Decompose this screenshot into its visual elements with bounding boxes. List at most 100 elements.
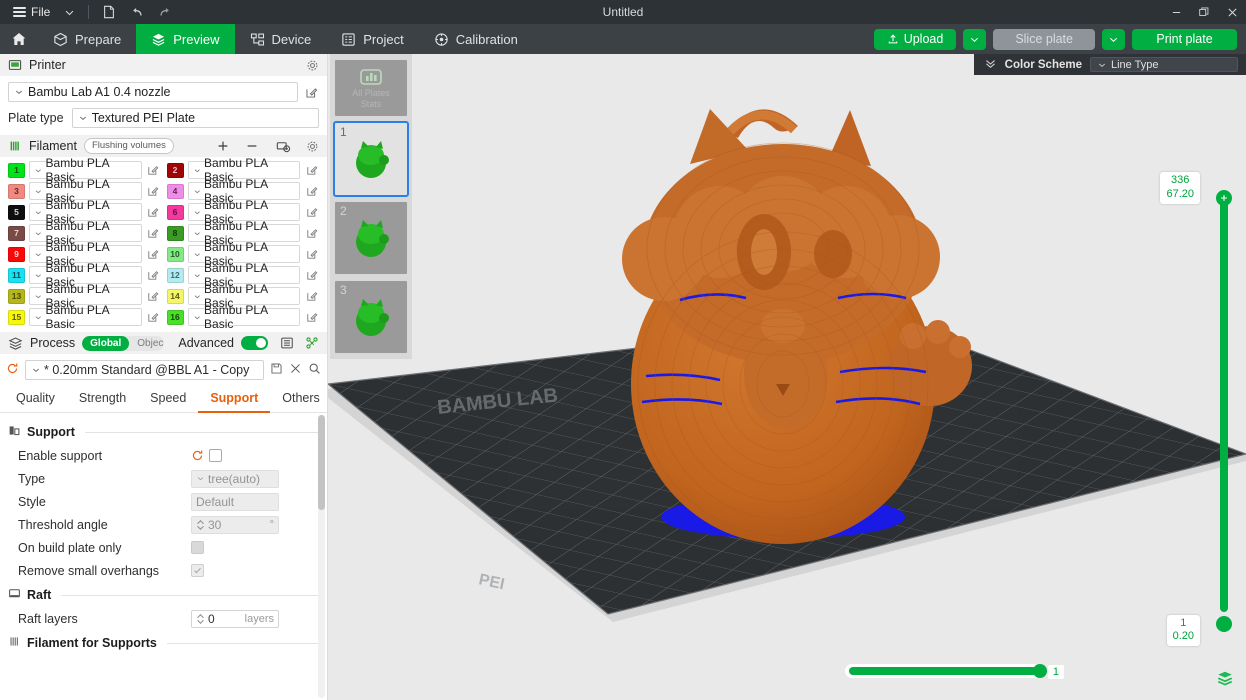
- filament-color-swatch[interactable]: 12: [167, 268, 184, 283]
- close-button[interactable]: [1218, 0, 1246, 24]
- edit-filament-icon[interactable]: [146, 205, 161, 220]
- filament-color-swatch[interactable]: 13: [8, 289, 25, 304]
- filament-color-swatch[interactable]: 3: [8, 184, 25, 199]
- maximize-button[interactable]: [1190, 0, 1218, 24]
- spinner-arrows-icon[interactable]: [196, 613, 205, 625]
- filament-color-swatch[interactable]: 10: [167, 247, 184, 262]
- file-menu-button[interactable]: File: [6, 0, 57, 24]
- home-button[interactable]: [0, 24, 38, 54]
- spinner-arrows-icon[interactable]: [196, 519, 205, 531]
- save-preset-icon[interactable]: [270, 362, 283, 378]
- tab-support[interactable]: Support: [198, 387, 270, 413]
- search-parameters-icon[interactable]: [308, 362, 321, 378]
- color-scheme-select[interactable]: Line Type: [1090, 57, 1238, 72]
- reset-param-icon[interactable]: [191, 449, 204, 462]
- plate-thumbnail-3[interactable]: 3: [335, 281, 407, 353]
- tab-project[interactable]: Project: [326, 24, 418, 54]
- edit-filament-icon[interactable]: [146, 163, 161, 178]
- tab-device[interactable]: Device: [235, 24, 327, 54]
- menu-dropdown-button[interactable]: [57, 0, 82, 24]
- filament-color-swatch[interactable]: 15: [8, 310, 25, 325]
- filament-color-swatch[interactable]: 2: [167, 163, 184, 178]
- tab-quality[interactable]: Quality: [4, 387, 67, 413]
- edit-filament-icon[interactable]: [304, 163, 319, 178]
- minimize-button[interactable]: [1162, 0, 1190, 24]
- upload-button[interactable]: Upload: [874, 29, 957, 50]
- edit-filament-icon[interactable]: [304, 226, 319, 241]
- edit-filament-icon[interactable]: [304, 289, 319, 304]
- print-plate-button[interactable]: Print plate: [1132, 29, 1237, 50]
- filament-color-swatch[interactable]: 1: [8, 163, 25, 178]
- redo-button[interactable]: [151, 0, 179, 24]
- tab-preview[interactable]: Preview: [136, 24, 234, 54]
- all-plates-stats-button[interactable]: All Plates Stats: [335, 60, 407, 116]
- filament-select[interactable]: Bambu PLA Basic: [188, 308, 301, 326]
- move-slider-handle[interactable]: [1033, 664, 1047, 678]
- edit-filament-icon[interactable]: [304, 184, 319, 199]
- filament-color-swatch[interactable]: 6: [167, 205, 184, 220]
- process-preset-select[interactable]: * 0.20mm Standard @BBL A1 - Copy: [25, 360, 264, 380]
- 3d-scene[interactable]: BAMBU LAB PEI: [328, 54, 1246, 700]
- layer-slider-bottom-handle[interactable]: [1216, 616, 1232, 632]
- parameter-list-view-icon[interactable]: [280, 336, 294, 350]
- filament-color-swatch[interactable]: 5: [8, 205, 25, 220]
- save-project-button[interactable]: [95, 0, 123, 24]
- parameter-group-header-support[interactable]: Support: [0, 419, 327, 444]
- edit-filament-icon[interactable]: [304, 310, 319, 325]
- param-checkbox[interactable]: [191, 564, 204, 577]
- add-filament-button[interactable]: [216, 139, 230, 153]
- filament-color-swatch[interactable]: 7: [8, 226, 25, 241]
- move-slider-track[interactable]: [845, 664, 1041, 678]
- ams-sync-icon[interactable]: [276, 139, 291, 154]
- edit-filament-icon[interactable]: [304, 268, 319, 283]
- edit-printer-icon[interactable]: [304, 85, 319, 100]
- printer-settings-gear-icon[interactable]: [306, 59, 319, 72]
- edit-filament-icon[interactable]: [146, 226, 161, 241]
- collapse-legend-icon[interactable]: [984, 57, 997, 73]
- filament-select[interactable]: Bambu PLA Basic: [29, 308, 142, 326]
- layer-slider-top-handle[interactable]: [1216, 190, 1232, 206]
- parameter-group-header-raft[interactable]: Raft: [0, 582, 327, 607]
- reset-preset-icon[interactable]: [6, 362, 19, 378]
- parameter-group-header-filament-for-supports[interactable]: Filament for Supports: [0, 630, 327, 655]
- slice-plate-button[interactable]: Slice plate: [993, 29, 1095, 50]
- edit-filament-icon[interactable]: [304, 247, 319, 262]
- tab-calibration[interactable]: Calibration: [419, 24, 533, 54]
- edit-filament-icon[interactable]: [146, 184, 161, 199]
- slice-dropdown-button[interactable]: [1102, 29, 1125, 50]
- plate-type-select[interactable]: Textured PEI Plate: [72, 108, 319, 128]
- edit-filament-icon[interactable]: [146, 289, 161, 304]
- filament-color-swatch[interactable]: 14: [167, 289, 184, 304]
- delete-preset-icon[interactable]: [289, 362, 302, 378]
- layers-icon[interactable]: [1216, 669, 1234, 692]
- remove-filament-button[interactable]: [245, 139, 259, 153]
- scope-global-option[interactable]: Global: [82, 336, 129, 351]
- filament-color-swatch[interactable]: 4: [167, 184, 184, 199]
- tab-others[interactable]: Others: [270, 387, 328, 413]
- preview-viewport[interactable]: BAMBU LAB PEI: [328, 54, 1246, 700]
- param-dropdown[interactable]: tree(auto): [191, 470, 279, 488]
- layer-slider-track[interactable]: [1220, 194, 1228, 612]
- scope-objects-option[interactable]: Objects: [129, 336, 164, 351]
- edit-filament-icon[interactable]: [304, 205, 319, 220]
- edit-filament-icon[interactable]: [146, 247, 161, 262]
- flushing-volumes-button[interactable]: Flushing volumes: [84, 138, 174, 154]
- parameter-scrollbar-track[interactable]: [318, 415, 325, 698]
- plate-thumbnail-2[interactable]: 2: [335, 202, 407, 274]
- tab-speed[interactable]: Speed: [138, 387, 198, 413]
- undo-button[interactable]: [123, 0, 151, 24]
- advanced-toggle[interactable]: [241, 336, 268, 350]
- edit-filament-icon[interactable]: [146, 310, 161, 325]
- param-checkbox[interactable]: [191, 541, 204, 554]
- parameter-scrollbar-thumb[interactable]: [318, 415, 325, 510]
- param-spinner[interactable]: 30°: [191, 516, 279, 534]
- filament-settings-gear-icon[interactable]: [306, 140, 319, 153]
- tab-prepare[interactable]: Prepare: [38, 24, 136, 54]
- param-text-input[interactable]: Default: [191, 493, 279, 511]
- param-checkbox[interactable]: [209, 449, 222, 462]
- process-scope-toggle[interactable]: Global Objects: [82, 336, 164, 351]
- filament-color-swatch[interactable]: 8: [167, 226, 184, 241]
- compare-presets-icon[interactable]: [305, 336, 319, 350]
- printer-model-select[interactable]: Bambu Lab A1 0.4 nozzle: [8, 82, 298, 102]
- plate-thumbnail-1[interactable]: 1: [335, 123, 407, 195]
